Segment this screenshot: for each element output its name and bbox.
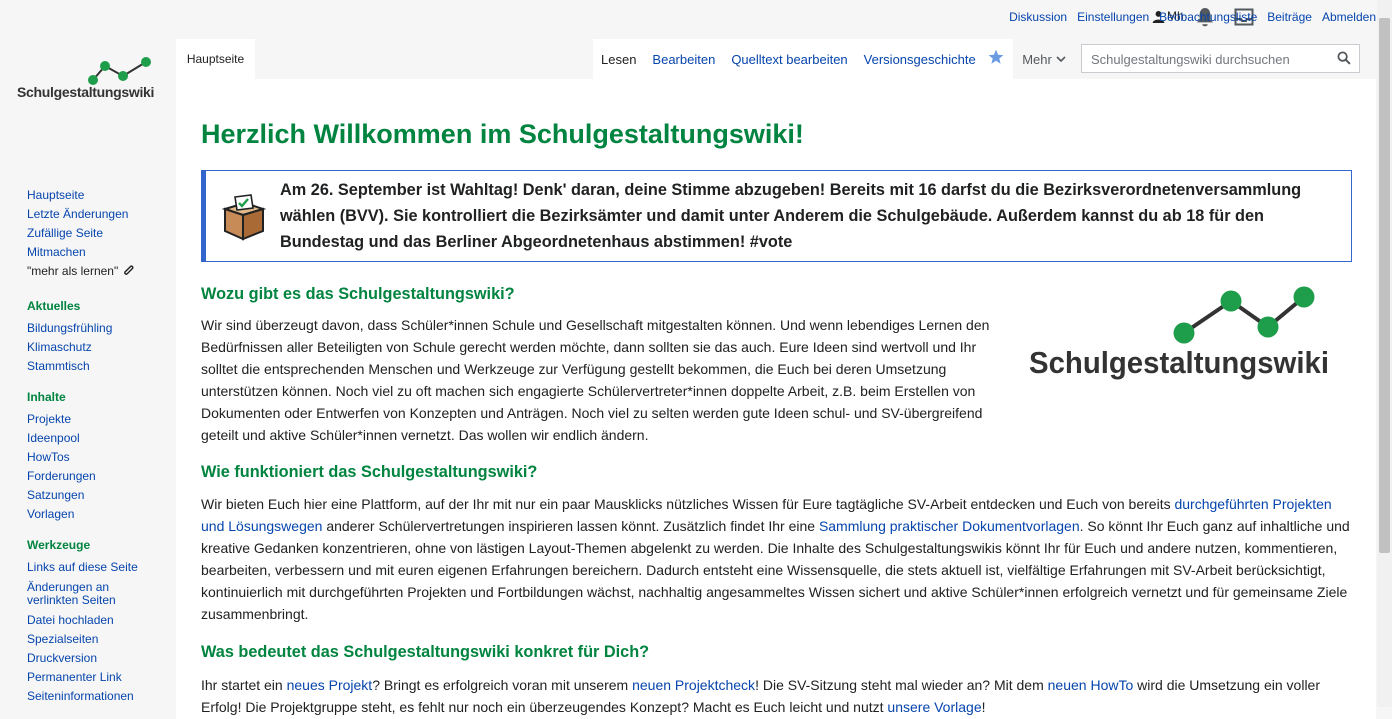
logo-graph-icon [88,57,151,85]
sidebar-item-forderungen[interactable]: Forderungen [27,467,175,486]
tab-lesen[interactable]: Lesen [593,52,644,67]
sidebar-item-vorlagen[interactable]: Vorlagen [27,505,175,524]
sidebar-item-projekte[interactable]: Projekte [27,410,175,429]
sidebar-item-seiteninformationen[interactable]: Seiteninformationen [27,687,175,706]
tab-bearbeiten[interactable]: Bearbeiten [644,52,723,67]
sidebar: Hauptseite Letzte Änderungen Zufällige S… [27,186,175,706]
sidebar-item-ideenpool[interactable]: Ideenpool [27,429,175,448]
schulgestaltungswiki-logo-image: Schulgestaltungswiki [1029,286,1329,380]
text-run: anderer Schülervertretungen inspirieren … [322,518,819,534]
sidebar-item-mehr-als-lernen[interactable]: "mehr als lernen" [27,262,175,281]
tab-quelltext-bearbeiten[interactable]: Quelltext bearbeiten [723,52,855,67]
page-title: Herzlich Willkommen im Schulgestaltungsw… [201,119,804,149]
link-beitraege[interactable]: Beiträge [1267,10,1312,24]
page-actions-tabs: Lesen Bearbeiten Quelltext bearbeiten Ve… [593,39,1013,79]
ballot-box-icon [221,194,267,241]
big-logo-wordmark: Schulgestaltungswiki [1029,345,1329,380]
link-neues-howto[interactable]: neuen HowTo [1048,677,1134,693]
text-run: Wir bieten Euch hier eine Plattform, auf… [201,496,1175,512]
section-text-wozu: Wir sind überzeugt davon, dass Schüler*i… [201,317,990,443]
section-heading-was-bedeutet: Was bedeutet das Schulgestaltungswiki ko… [201,643,650,661]
personal-links: Diskussion Einstellungen Beobachtungslis… [1009,10,1376,24]
search-input[interactable] [1089,45,1338,74]
section-text-was-bedeutet: Ihr startet ein neues Projekt? Bringt es… [201,674,1356,718]
sidebar-item-spezialseiten[interactable]: Spezialseiten [27,630,175,649]
link-beobachtungsliste[interactable]: Beobachtungsliste [1159,10,1257,24]
link-diskussion[interactable]: Diskussion [1009,10,1067,24]
text-run: ! [981,699,986,715]
sidebar-item-aenderungen-an-verlinkten-seiten[interactable]: Änderungen an verlinkten Seiten [27,581,127,607]
site-logo[interactable]: Schulgestaltungswiki [14,52,164,112]
link-dokumentvorlagen[interactable]: Sammlung praktischer Dokumentvorlagen [819,518,1080,534]
search-button[interactable] [1337,51,1351,70]
search-box [1081,44,1360,74]
tab-hauptseite[interactable]: Hauptseite [176,39,255,79]
sidebar-heading-werkzeuge: Werkzeuge [27,538,91,552]
watch-star-button[interactable] [988,49,1004,70]
sidebar-item-klimaschutz[interactable]: Klimaschutz [27,338,175,357]
section-heading-wie: Wie funktioniert das Schulgestaltungswik… [201,463,538,481]
link-neuer-projektcheck[interactable]: neuen Projektcheck [632,677,755,693]
logo-wordmark: Schulgestaltungswiki [17,84,155,100]
sidebar-item-stammtisch[interactable]: Stammtisch [27,357,175,376]
sidebar-item-bildungsfruehling[interactable]: Bildungsfrühling [27,319,175,338]
search-icon [1337,51,1351,65]
election-notice-box: Am 26. September ist Wahltag! Denk' dara… [201,170,1352,262]
link-unsere-vorlage[interactable]: unsere Vorlage [887,699,981,715]
link-einstellungen[interactable]: Einstellungen [1077,10,1149,24]
sidebar-item-datei-hochladen[interactable]: Datei hochladen [27,611,175,630]
scrollbar-thumb[interactable] [1379,18,1390,553]
paperclip-icon [123,265,134,275]
sidebar-item-links-auf-diese-seite[interactable]: Links auf diese Seite [27,558,175,577]
content-area: Herzlich Willkommen im Schulgestaltungsw… [176,79,1376,719]
star-icon [988,49,1004,64]
section-heading-wozu: Wozu gibt es das Schulgestaltungswiki? [201,285,515,303]
sidebar-heading-aktuelles: Aktuelles [27,299,81,313]
sidebar-item-mehr-als-lernen-label: "mehr als lernen" [27,264,119,278]
sidebar-item-letzte-aenderungen[interactable]: Letzte Änderungen [27,205,175,224]
more-menu[interactable]: Mehr [1013,39,1075,79]
sidebar-item-zufaellige-seite[interactable]: Zufällige Seite [27,224,175,243]
sidebar-item-satzungen[interactable]: Satzungen [27,486,175,505]
sidebar-item-hauptseite[interactable]: Hauptseite [27,186,175,205]
chevron-down-icon [1056,56,1066,63]
text-run: Ihr startet ein [201,677,287,693]
personal-toolbar: Mh Diskussion Einstellungen Beobachtungs… [832,0,1392,36]
scrollbar[interactable] [1377,0,1392,707]
election-notice-text: Am 26. September ist Wahltag! Denk' dara… [280,181,1302,251]
link-abmelden[interactable]: Abmelden [1322,10,1376,24]
sidebar-item-howtos[interactable]: HowTos [27,448,175,467]
tab-versionsgeschichte[interactable]: Versionsgeschichte [856,52,984,67]
link-neues-projekt[interactable]: neues Projekt [287,677,373,693]
sidebar-item-druckversion[interactable]: Druckversion [27,649,175,668]
text-run: ! Die SV-Sitzung steht mal wieder an? Mi… [755,677,1048,693]
text-run: ? Bringt es erfolgreich voran mit unsere… [372,677,633,693]
sidebar-heading-inhalte: Inhalte [27,390,66,404]
section-text-wie: Wir bieten Euch hier eine Plattform, auf… [201,493,1356,625]
more-label: Mehr [1022,51,1052,67]
sidebar-item-mitmachen[interactable]: Mitmachen [27,243,175,262]
sidebar-item-permanenter-link[interactable]: Permanenter Link [27,668,175,687]
